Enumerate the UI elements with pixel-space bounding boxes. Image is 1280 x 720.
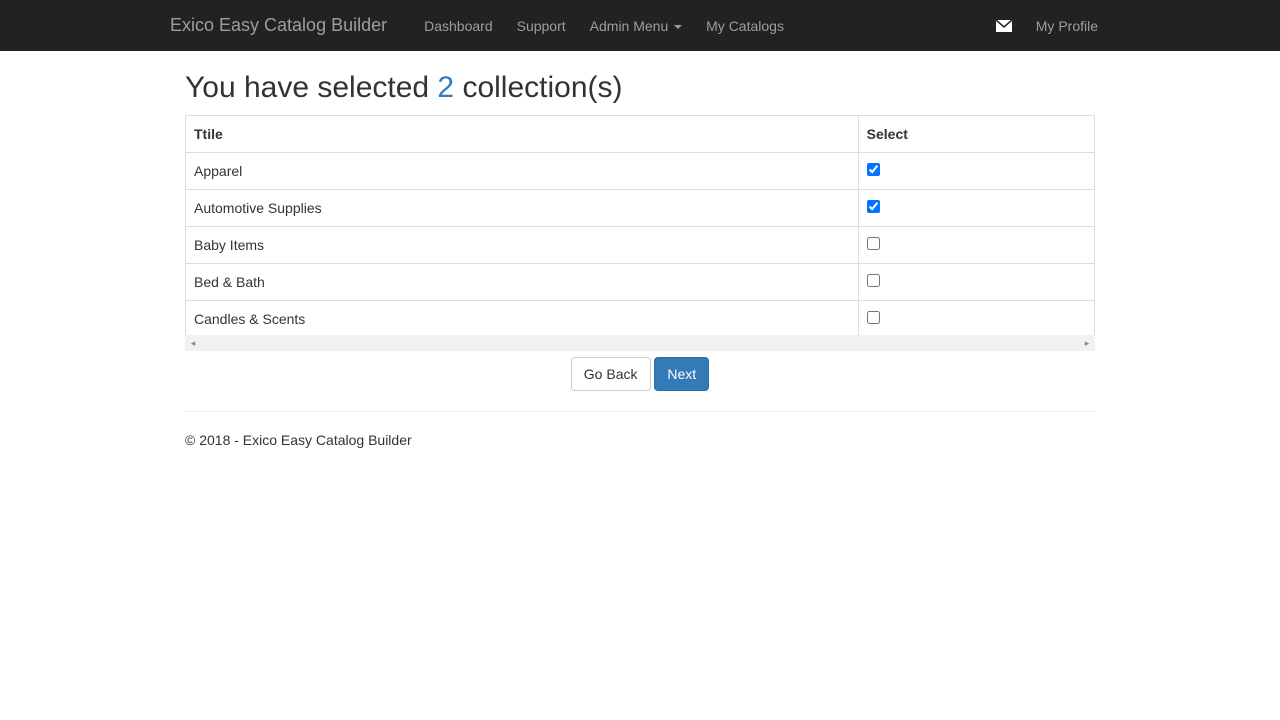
row-checkbox[interactable]: [867, 237, 880, 250]
row-title: Candles & Scents: [186, 301, 859, 336]
footer-text: © 2018 - Exico Easy Catalog Builder: [185, 432, 1095, 468]
top-navbar: Exico Easy Catalog Builder Dashboard Sup…: [0, 0, 1280, 51]
collections-table: Ttile Select Apparel Automotive Supplies…: [185, 115, 1095, 335]
row-checkbox[interactable]: [867, 200, 880, 213]
horizontal-scrollbar[interactable]: ◂ ▸: [185, 335, 1095, 351]
page-title: You have selected 2 collection(s): [185, 71, 1095, 105]
row-checkbox[interactable]: [867, 274, 880, 287]
action-buttons: Go Back Next: [185, 357, 1095, 391]
nav-admin-menu[interactable]: Admin Menu: [578, 3, 694, 49]
heading-count: 2: [437, 71, 454, 104]
mail-icon[interactable]: [984, 5, 1024, 47]
scroll-left-icon: ◂: [185, 335, 201, 351]
row-title: Bed & Bath: [186, 264, 859, 301]
nav-dashboard[interactable]: Dashboard: [412, 3, 505, 49]
next-button[interactable]: Next: [654, 357, 709, 391]
nav-left: Dashboard Support Admin Menu My Catalogs: [412, 3, 796, 49]
row-title: Baby Items: [186, 227, 859, 264]
table-row: Bed & Bath: [186, 264, 1095, 301]
table-row: Candles & Scents: [186, 301, 1095, 336]
collections-frame: Ttile Select Apparel Automotive Supplies…: [185, 115, 1095, 351]
table-row: Automotive Supplies: [186, 190, 1095, 227]
brand-link[interactable]: Exico Easy Catalog Builder: [170, 0, 402, 51]
nav-right: My Profile: [984, 3, 1110, 49]
heading-suffix: collection(s): [454, 71, 622, 104]
footer-divider: [185, 411, 1095, 412]
row-title: Automotive Supplies: [186, 190, 859, 227]
row-checkbox[interactable]: [867, 163, 880, 176]
col-header-title: Ttile: [186, 116, 859, 153]
row-checkbox[interactable]: [867, 311, 880, 324]
heading-prefix: You have selected: [185, 71, 437, 104]
row-title: Apparel: [186, 153, 859, 190]
caret-down-icon: [674, 25, 682, 29]
scroll-right-icon: ▸: [1079, 335, 1095, 351]
nav-my-profile[interactable]: My Profile: [1024, 3, 1110, 49]
nav-my-catalogs[interactable]: My Catalogs: [694, 3, 796, 49]
collections-scroll[interactable]: Ttile Select Apparel Automotive Supplies…: [185, 115, 1095, 335]
nav-support[interactable]: Support: [505, 3, 578, 49]
table-row: Apparel: [186, 153, 1095, 190]
go-back-button[interactable]: Go Back: [571, 357, 651, 391]
table-row: Baby Items: [186, 227, 1095, 264]
col-header-select: Select: [858, 116, 1094, 153]
nav-admin-menu-label: Admin Menu: [590, 18, 669, 34]
